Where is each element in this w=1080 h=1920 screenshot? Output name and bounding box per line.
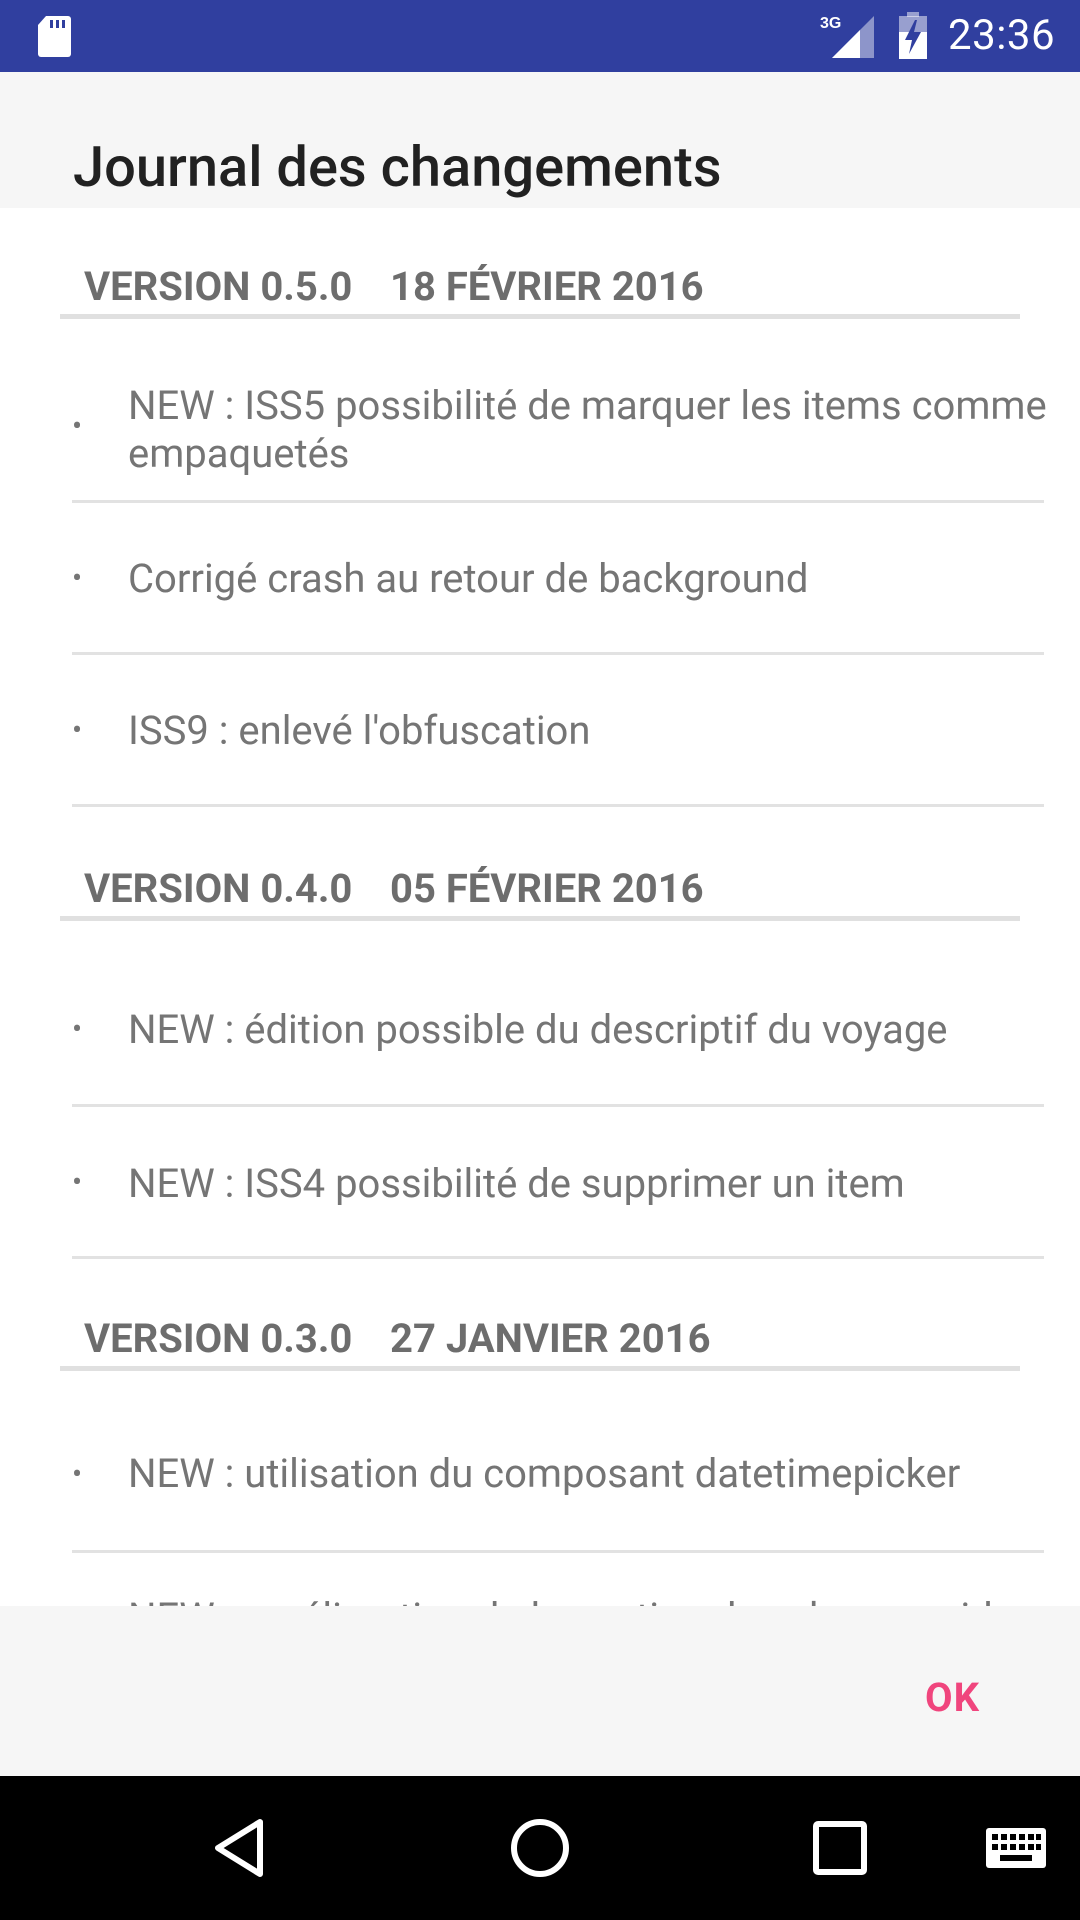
bullet: •: [72, 713, 83, 748]
entry-text: Corrigé crash au retour de background: [128, 555, 809, 602]
version-date: 27 JANVIER 2016: [390, 1315, 711, 1362]
network-type-label: 3G: [820, 15, 841, 32]
list-item: • Corrigé crash au retour de background: [72, 500, 1044, 655]
entry-text: NEW : utilisation du composant datetimep…: [128, 1450, 961, 1497]
back-icon[interactable]: [204, 1812, 276, 1884]
keyboard-icon[interactable]: [984, 1812, 1048, 1884]
entry-text: NEW : ISS4 possibilité de supprimer un i…: [128, 1160, 905, 1207]
entry-text: NEW : ISS5 possibilité de marquer les it…: [128, 382, 1047, 477]
list-item: • NEW : amélioration de la gestion des c…: [72, 1550, 1044, 1606]
ok-button[interactable]: OK: [917, 1668, 988, 1727]
bullet: •: [72, 409, 83, 444]
version-header: VERSION 0.3.0 27 JANVIER 2016: [60, 1294, 1020, 1371]
bullet: •: [72, 1165, 83, 1200]
dialog-button-bar: OK: [0, 1606, 1080, 1776]
version-number: VERSION 0.5.0: [84, 263, 353, 310]
bullet: •: [72, 1012, 83, 1047]
list-item: • NEW : ISS4 possibilité de supprimer un…: [72, 1104, 1044, 1259]
entry-text: NEW : édition possible du descriptif du …: [128, 1006, 948, 1053]
status-bar: 3G 23:36: [0, 0, 1080, 72]
changelog-list[interactable]: VERSION 0.5.0 18 FÉVRIER 2016 • NEW : IS…: [0, 208, 1080, 1606]
dialog-title-area: Journal des changements: [0, 72, 1080, 208]
list-item: • NEW : édition possible du descriptif d…: [72, 922, 1044, 1107]
sd-card-icon: [38, 16, 71, 57]
version-header: VERSION 0.4.0 05 FÉVRIER 2016: [60, 844, 1020, 921]
entry-text: ISS9 : enlevé l'obfuscation: [128, 707, 591, 754]
list-item: • NEW : utilisation du composant datetim…: [72, 1372, 1044, 1553]
list-item: • NEW : ISS5 possibilité de marquer les …: [72, 320, 1047, 503]
version-header: VERSION 0.5.0 18 FÉVRIER 2016: [60, 242, 1020, 319]
version-date: 18 FÉVRIER 2016: [390, 263, 704, 310]
version-date: 05 FÉVRIER 2016: [390, 865, 704, 912]
version-number: VERSION 0.4.0: [84, 865, 353, 912]
version-number: VERSION 0.3.0: [84, 1315, 353, 1362]
dialog-title: Journal des changements: [73, 134, 722, 200]
home-icon[interactable]: [504, 1812, 576, 1884]
signal-icon: 3G: [820, 15, 874, 58]
bullet: •: [72, 561, 83, 596]
entry-text: NEW : amélioration de la gestion des cha…: [128, 1594, 1048, 1606]
battery-charging-icon: [899, 12, 927, 59]
recents-icon[interactable]: [804, 1812, 876, 1884]
status-clock: 23:36: [948, 11, 1056, 60]
bullet: •: [72, 1457, 83, 1492]
list-item: • ISS9 : enlevé l'obfuscation: [72, 652, 1044, 807]
navigation-bar: [0, 1776, 1080, 1920]
